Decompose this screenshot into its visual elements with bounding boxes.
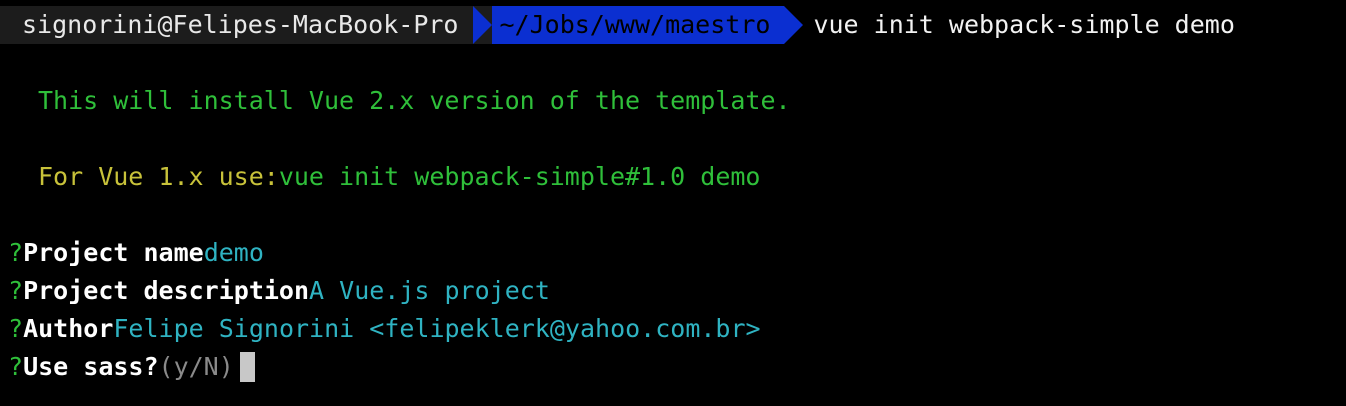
question-project-description: ? Project description A Vue.js project xyxy=(8,272,550,310)
question-label: Author xyxy=(23,314,114,343)
terminal-window[interactable]: signorini@Felipes-MacBook-Pro ~/Jobs/www/… xyxy=(0,0,1346,406)
question-answer: Felipe Signorini <felipeklerk@yahoo.com.… xyxy=(113,314,761,343)
question-mark-icon: ? xyxy=(8,238,24,267)
text-cursor[interactable] xyxy=(239,352,255,382)
question-hint: (y/N) xyxy=(158,352,234,381)
info-line: This will install Vue 2.x version of the… xyxy=(38,82,791,120)
question-author: ? Author Felipe Signorini <felipeklerk@y… xyxy=(8,310,761,348)
prompt-path: ~/Jobs/www/maestro xyxy=(491,6,785,44)
question-label: Project name xyxy=(23,238,204,267)
legacy-line: For Vue 1.x use: vue init webpack-simple… xyxy=(38,158,760,196)
question-label: Project description xyxy=(23,276,310,305)
question-mark-icon: ? xyxy=(8,276,24,305)
question-use-sass: ? Use sass? (y/N) xyxy=(8,348,255,386)
question-mark-icon: ? xyxy=(8,352,24,381)
prompt-separator-icon xyxy=(472,6,492,44)
question-answer: A Vue.js project xyxy=(309,276,550,305)
question-project-name: ? Project name demo xyxy=(8,234,264,272)
question-answer: demo xyxy=(203,238,264,267)
info-text: This will install Vue 2.x version of the… xyxy=(38,86,791,115)
prompt-line: signorini@Felipes-MacBook-Pro ~/Jobs/www/… xyxy=(0,6,1235,44)
legacy-command: vue init webpack-simple#1.0 demo xyxy=(278,162,761,191)
legacy-label: For Vue 1.x use: xyxy=(38,162,279,191)
prompt-command: vue init webpack-simple demo xyxy=(813,10,1235,39)
prompt-arrow-icon xyxy=(784,6,804,44)
prompt-user-host: signorini@Felipes-MacBook-Pro xyxy=(0,6,473,44)
question-mark-icon: ? xyxy=(8,314,24,343)
question-label: Use sass? xyxy=(23,352,159,381)
